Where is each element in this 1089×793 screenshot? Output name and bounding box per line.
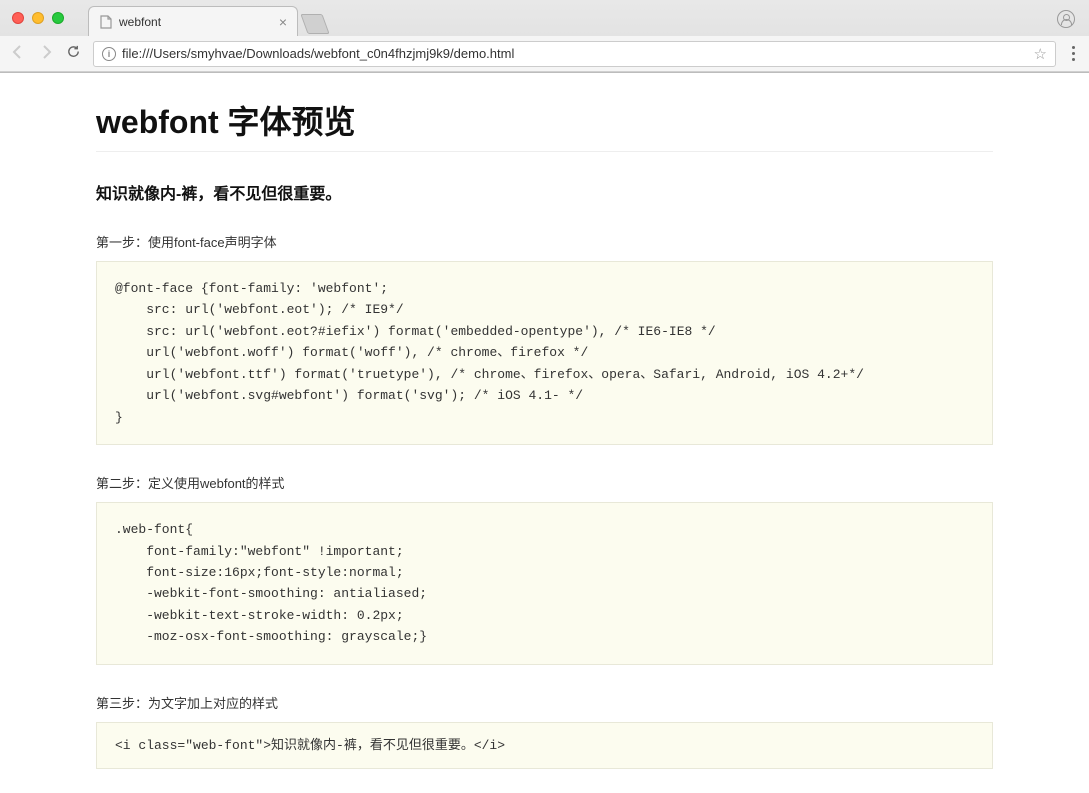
new-tab-button[interactable] [300,14,329,34]
minimize-window-button[interactable] [32,12,44,24]
close-tab-icon[interactable]: × [279,15,287,29]
page-subtitle: 知识就像内-裤，看不见但很重要。 [96,180,993,204]
window-controls: webfont × [0,0,1089,36]
code-block[interactable]: .web-font{ font-family:"webfont" !import… [96,502,993,665]
browser-menu-button[interactable] [1068,46,1079,61]
profile-icon [1057,10,1075,28]
step-label: 第一步：使用font-face声明字体 [96,232,993,251]
code-block[interactable]: <i class="web-font">知识就像内-裤，看不见但很重要。</i> [96,722,993,769]
browser-chrome: webfont × i file:///Users/smyhvae/Downlo… [0,0,1089,73]
close-window-button[interactable] [12,12,24,24]
profile-button[interactable] [1057,10,1075,28]
page-title: webfont 字体预览 [96,97,993,152]
back-button[interactable] [10,44,26,63]
site-info-icon[interactable]: i [102,47,116,61]
traffic-lights [12,12,64,24]
step-label: 第三步：为文字加上对应的样式 [96,693,993,712]
maximize-window-button[interactable] [52,12,64,24]
file-icon [99,15,113,29]
tabs-row: webfont × [88,0,326,36]
url-text: file:///Users/smyhvae/Downloads/webfont_… [122,46,514,61]
forward-button[interactable] [38,44,54,63]
browser-tab[interactable]: webfont × [88,6,298,36]
browser-toolbar: i file:///Users/smyhvae/Downloads/webfon… [0,36,1089,72]
address-bar[interactable]: i file:///Users/smyhvae/Downloads/webfon… [93,41,1056,67]
step-label: 第二步：定义使用webfont的样式 [96,473,993,492]
reload-button[interactable] [66,44,81,63]
bookmark-star-icon[interactable]: ☆ [1034,45,1047,63]
tab-title: webfont [119,15,273,29]
code-block[interactable]: @font-face {font-family: 'webfont'; src:… [96,261,993,445]
page-content: webfont 字体预览 知识就像内-裤，看不见但很重要。 第一步：使用font… [0,73,1089,793]
